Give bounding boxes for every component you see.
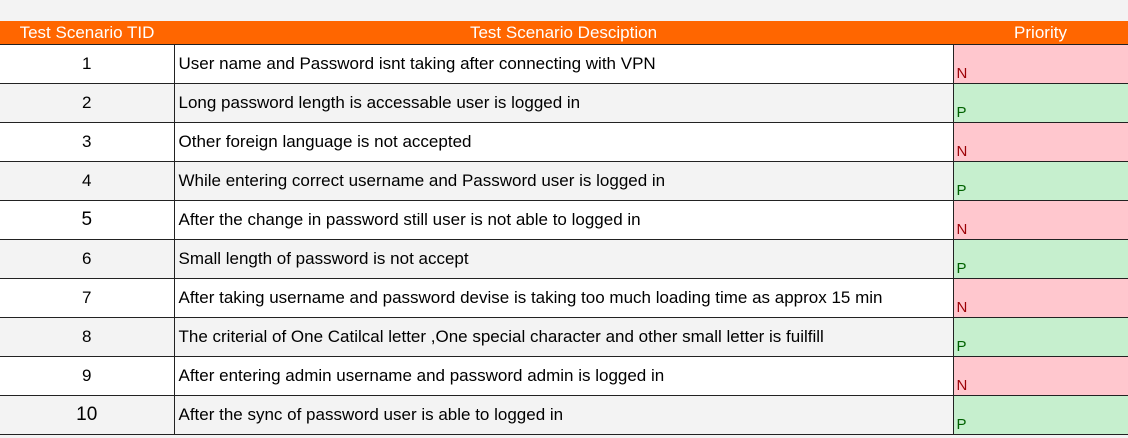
table-row: 9 After entering admin username and passw… bbox=[0, 356, 1128, 396]
description-cell[interactable]: While entering correct username and Pass… bbox=[173, 161, 954, 201]
table-row: 6 Small length of password is not accept P bbox=[0, 239, 1128, 279]
priority-cell[interactable]: P bbox=[952, 317, 1128, 357]
header-priority[interactable]: Priority bbox=[953, 21, 1128, 45]
tid-cell[interactable]: 8 bbox=[0, 317, 175, 357]
priority-cell[interactable]: N bbox=[952, 200, 1128, 240]
tid-cell[interactable]: 3 bbox=[0, 122, 175, 162]
tid-cell[interactable]: 1 bbox=[0, 44, 175, 84]
description-cell[interactable]: Long password length is accessable user … bbox=[173, 83, 954, 123]
tid-cell[interactable]: 10 bbox=[0, 395, 175, 435]
header-tid[interactable]: Test Scenario TID bbox=[0, 21, 174, 45]
tid-cell[interactable]: 2 bbox=[0, 83, 175, 123]
spreadsheet: Test Scenario TID Test Scenario Descipti… bbox=[0, 0, 1128, 438]
table-row: 8 The criterial of One Catilcal letter ,O… bbox=[0, 317, 1128, 357]
priority-cell[interactable]: P bbox=[952, 395, 1128, 435]
header-row: Test Scenario TID Test Scenario Descipti… bbox=[0, 21, 1128, 45]
description-cell[interactable]: After the sync of password user is able … bbox=[173, 395, 954, 435]
description-cell[interactable]: After taking username and password devis… bbox=[173, 278, 954, 318]
description-cell[interactable]: User name and Password isnt taking after… bbox=[173, 44, 954, 84]
priority-cell[interactable]: P bbox=[952, 161, 1128, 201]
tid-cell[interactable]: 6 bbox=[0, 239, 175, 279]
description-cell[interactable]: After the change in password still user … bbox=[173, 200, 954, 240]
priority-cell[interactable]: N bbox=[952, 278, 1128, 318]
table-row: 2 Long password length is accessable user… bbox=[0, 83, 1128, 123]
table-row: 1 User name and Password isnt taking afte… bbox=[0, 44, 1128, 84]
description-cell[interactable]: Other foreign language is not accepted bbox=[173, 122, 954, 162]
description-cell[interactable]: The criterial of One Catilcal letter ,On… bbox=[173, 317, 954, 357]
priority-cell[interactable]: N bbox=[952, 122, 1128, 162]
priority-cell[interactable]: P bbox=[952, 83, 1128, 123]
test-scenario-table: Test Scenario TID Test Scenario Descipti… bbox=[0, 21, 1128, 435]
tid-cell[interactable]: 7 bbox=[0, 278, 175, 318]
table-row: 3 Other foreign language is not accepted N bbox=[0, 122, 1128, 162]
tid-cell[interactable]: 9 bbox=[0, 356, 175, 396]
tid-cell[interactable]: 4 bbox=[0, 161, 175, 201]
description-cell[interactable]: After entering admin username and passwo… bbox=[173, 356, 954, 396]
table-row: 7 After taking username and password devi… bbox=[0, 278, 1128, 318]
header-description[interactable]: Test Scenario Desciption bbox=[174, 21, 953, 45]
tid-cell[interactable]: 5 bbox=[0, 200, 175, 240]
table-row: 10 After the sync of password user is abl… bbox=[0, 395, 1128, 435]
top-strip bbox=[0, 0, 1128, 21]
priority-cell[interactable]: N bbox=[952, 44, 1128, 84]
priority-cell[interactable]: P bbox=[952, 239, 1128, 279]
description-cell[interactable]: Small length of password is not accept bbox=[173, 239, 954, 279]
table-row: 5 After the change in password still user… bbox=[0, 200, 1128, 240]
priority-cell[interactable]: N bbox=[952, 356, 1128, 396]
table-row: 4 While entering correct username and Pas… bbox=[0, 161, 1128, 201]
